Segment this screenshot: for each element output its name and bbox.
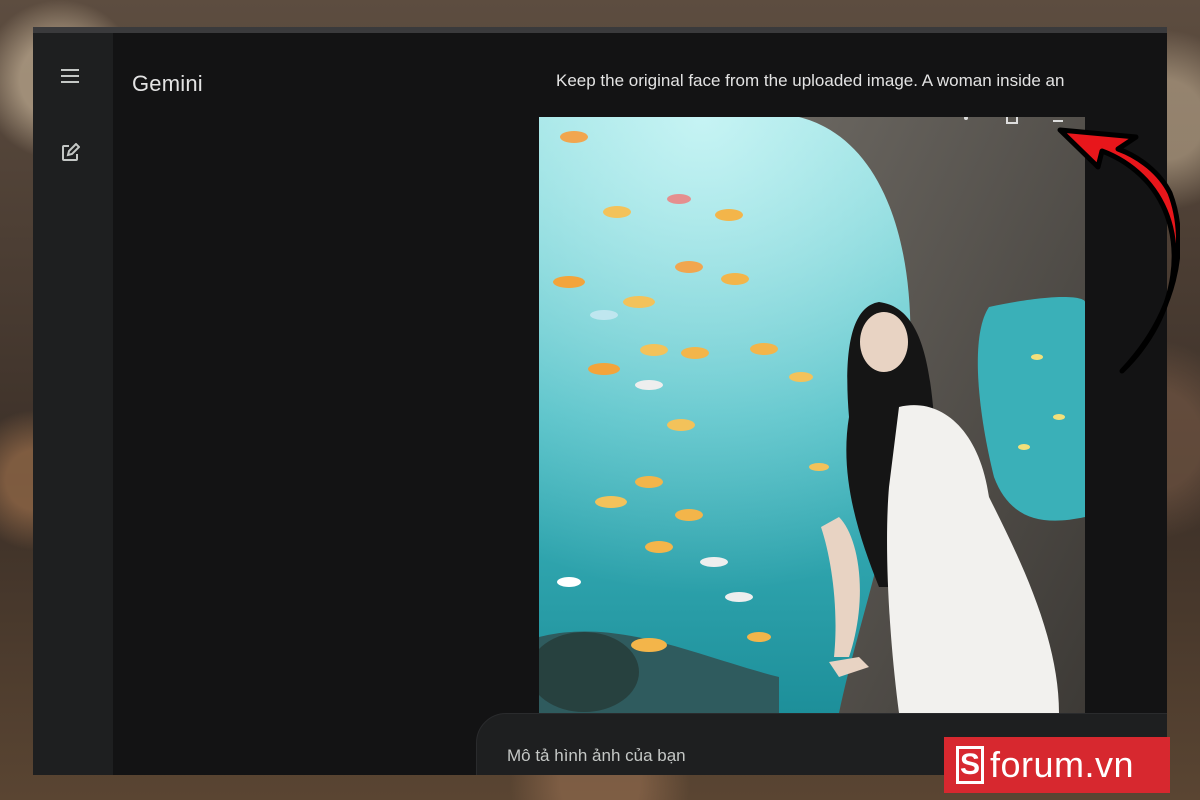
user-prompt-text: Keep the original face from the uploaded… (556, 71, 1065, 90)
side-rail (33, 33, 113, 775)
prompt-input-placeholder[interactable]: Mô tả hình ảnh của bạn (507, 746, 686, 766)
new-chat-button[interactable] (53, 138, 87, 172)
sforum-watermark: S forum.vn (944, 737, 1170, 793)
share-icon[interactable] (957, 117, 975, 127)
watermark-text: forum.vn (990, 744, 1135, 785)
hamburger-menu-icon (61, 68, 79, 88)
menu-button[interactable] (53, 61, 87, 95)
generated-image[interactable] (539, 117, 1085, 713)
gemini-window: Gemini Keep the original face from the u… (33, 27, 1167, 775)
app-title: Gemini (132, 71, 203, 96)
copy-icon[interactable] (1003, 117, 1021, 127)
edit-square-icon (60, 142, 81, 168)
red-arrow-annotation (1057, 127, 1180, 374)
sforum-logo: S (956, 746, 984, 784)
